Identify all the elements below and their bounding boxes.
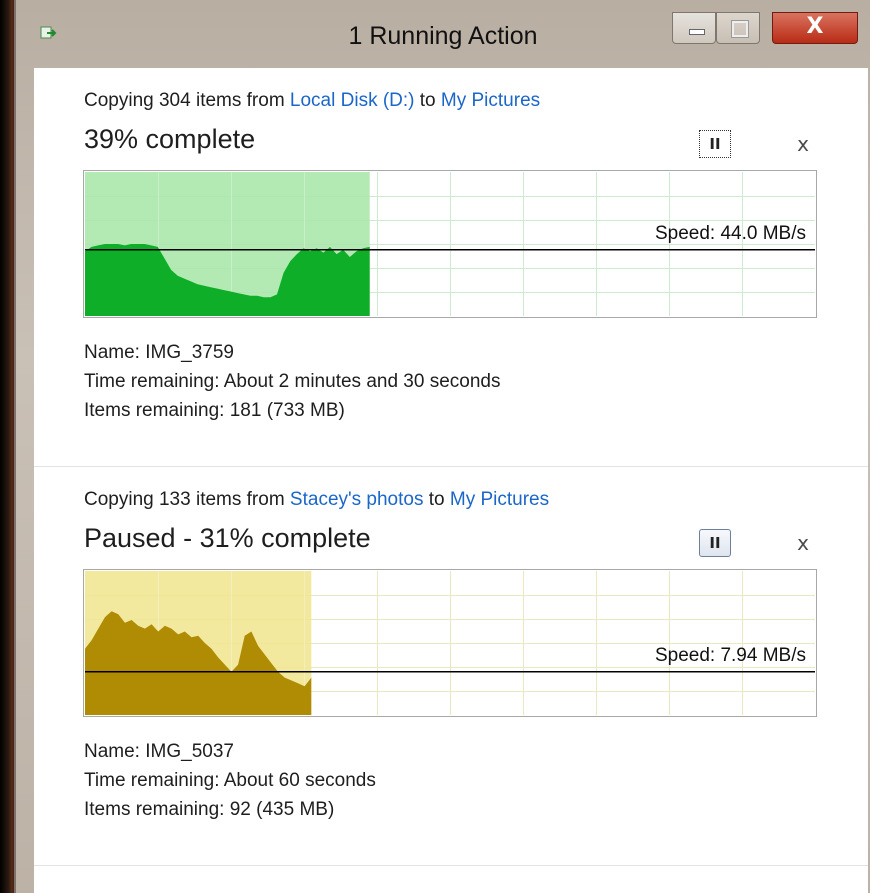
cancel-icon: x xyxy=(797,531,809,555)
close-icon: X xyxy=(806,14,824,39)
minimize-icon xyxy=(689,29,705,35)
description-prefix: Copying 304 items from xyxy=(84,90,290,111)
cancel-icon: x xyxy=(797,132,809,156)
destination-link[interactable]: My Pictures xyxy=(441,90,540,111)
time-remaining: Time remaining: About 60 seconds xyxy=(84,770,376,791)
description-connector: to xyxy=(423,489,450,510)
speed-graph: Speed: 7.94 MB/s xyxy=(83,569,817,717)
source-link[interactable]: Local Disk (D:) xyxy=(290,90,415,111)
operation-status: 39% complete xyxy=(84,124,256,154)
cancel-button[interactable]: x xyxy=(790,130,816,158)
operations-list: Copying 304 items from Local Disk (D:) t… xyxy=(34,68,868,893)
file-operation-dialog: 1 Running Action X Copying 304 items fro… xyxy=(14,0,870,893)
maximize-icon xyxy=(732,21,748,37)
maximize-button[interactable] xyxy=(716,12,760,44)
speed-label: Speed: 44.0 MB/s xyxy=(654,222,806,244)
cancel-button[interactable]: x xyxy=(790,529,816,557)
copy-operation: Copying 133 items from Stacey's photos t… xyxy=(34,467,868,866)
source-link[interactable]: Stacey's photos xyxy=(290,489,424,510)
close-button[interactable]: X xyxy=(772,12,858,44)
pause-icon: II xyxy=(709,135,721,153)
current-file-name: Name: IMG_5037 xyxy=(84,741,234,762)
title-bar[interactable]: 1 Running Action X xyxy=(16,0,870,68)
speed-graph: Speed: 44.0 MB/s xyxy=(83,170,817,318)
speed-graph-plot xyxy=(85,571,815,715)
operation-details: Name: IMG_3759 Time remaining: About 2 m… xyxy=(84,338,500,425)
description-prefix: Copying 133 items from xyxy=(84,489,290,510)
current-file-name: Name: IMG_3759 xyxy=(84,342,234,363)
operation-details: Name: IMG_5037 Time remaining: About 60 … xyxy=(84,737,376,824)
speed-label: Speed: 7.94 MB/s xyxy=(654,644,806,666)
pause-icon: II xyxy=(709,534,721,552)
operation-description: Copying 133 items from Stacey's photos t… xyxy=(84,489,549,511)
items-remaining: Items remaining: 181 (733 MB) xyxy=(84,400,345,421)
resume-button[interactable]: II xyxy=(699,529,731,557)
operation-status: Paused - 31% complete xyxy=(84,523,371,553)
time-remaining: Time remaining: About 2 minutes and 30 s… xyxy=(84,371,501,392)
description-connector: to xyxy=(414,90,441,111)
operation-description: Copying 304 items from Local Disk (D:) t… xyxy=(84,90,540,112)
copy-operation: Copying 304 items from Local Disk (D:) t… xyxy=(34,68,868,467)
pause-button[interactable]: II xyxy=(699,130,731,158)
minimize-button[interactable] xyxy=(672,12,716,44)
items-remaining: Items remaining: 92 (435 MB) xyxy=(84,799,335,820)
destination-link[interactable]: My Pictures xyxy=(450,489,549,510)
